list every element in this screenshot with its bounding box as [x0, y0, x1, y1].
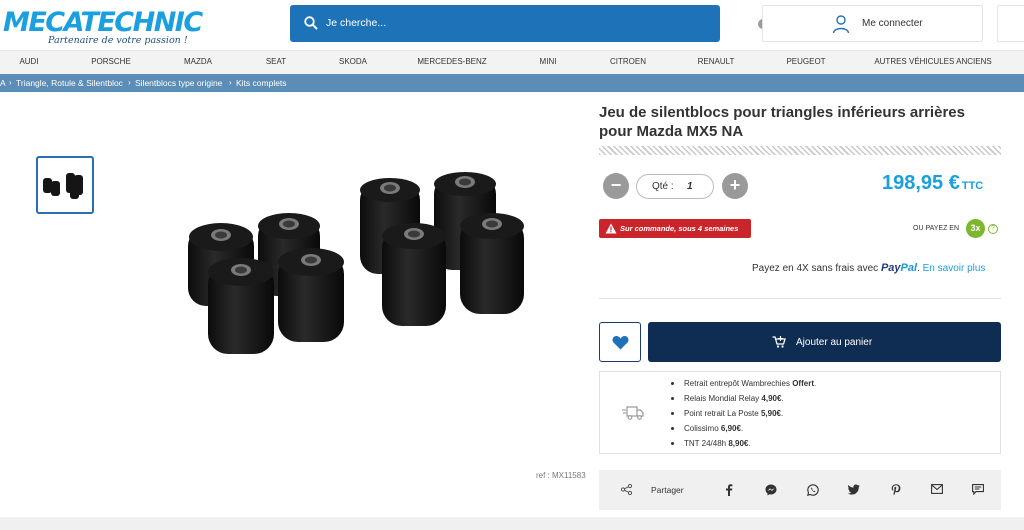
- nav-item-audi[interactable]: AUDI: [19, 57, 38, 66]
- share-icon: [621, 484, 632, 495]
- nav-item-renault[interactable]: RENAULT: [698, 57, 735, 66]
- breadcrumb-item[interactable]: Silentblocs type origine: [135, 78, 222, 88]
- add-to-cart-button[interactable]: Ajouter au panier: [648, 322, 1001, 362]
- product-title-line: Jeu de silentblocs pour triangles inféri…: [599, 104, 965, 121]
- cart-icon: [772, 336, 786, 348]
- shipping-price: 5,90€: [760, 409, 781, 418]
- search-icon: [304, 16, 318, 30]
- breadcrumb-item[interactable]: Kits complets: [236, 78, 287, 88]
- shipping-options: Retrait entrepôt Wambrechies Offert. Rel…: [599, 371, 1001, 454]
- wishlist-button[interactable]: [599, 322, 641, 362]
- installment-3x-badge[interactable]: 3x: [966, 219, 985, 238]
- paypal-period: .: [917, 263, 920, 274]
- site-header: MECATECHNIC Partenaire de votre passion …: [0, 0, 1024, 50]
- login-label: Me connecter: [862, 18, 923, 29]
- search-bar[interactable]: Je cherche...: [290, 5, 720, 42]
- shipping-suffix: .: [740, 424, 744, 433]
- breadcrumb-separator: ›: [229, 78, 232, 87]
- quantity-label: Qté :: [652, 181, 674, 192]
- paypal-text: Payez en 4X sans frais avec: [752, 263, 879, 274]
- search-placeholder: Je cherche...: [326, 17, 387, 29]
- breadcrumb-separator: ›: [128, 78, 131, 87]
- quantity-stepper[interactable]: Qté : 1: [636, 174, 714, 199]
- shipping-price: 8,90€: [728, 439, 749, 448]
- nav-item-seat[interactable]: SEAT: [266, 57, 286, 66]
- paypal-logo-part: Pal: [900, 262, 918, 274]
- shipping-list: Retrait entrepôt Wambrechies Offert. Rel…: [670, 378, 817, 453]
- quantity-decrease-button[interactable]: −: [603, 173, 629, 199]
- share-bar: Partager: [599, 470, 1001, 510]
- twitter-icon[interactable]: [848, 484, 860, 495]
- shipping-price: 4,90€: [761, 394, 782, 403]
- breadcrumb-separator: ›: [9, 78, 12, 87]
- shipping-label: Relais Mondial Relay: [684, 394, 760, 403]
- share-label: Partager: [651, 485, 684, 495]
- nav-item-mazda[interactable]: MAZDA: [184, 57, 212, 66]
- paypal-offer: Payez en 4X sans frais avec PayPal. En s…: [752, 262, 985, 274]
- availability-text: Sur commande, sous 4 semaines: [620, 224, 739, 233]
- shipping-option: Colissimo 6,90€.: [670, 423, 816, 438]
- product-reference: ref : MX11583: [536, 471, 586, 480]
- breadcrumb-item[interactable]: A: [0, 78, 6, 88]
- warning-icon: [605, 223, 617, 234]
- nav-item-citroen[interactable]: CITROEN: [610, 57, 646, 66]
- product-thumbnail[interactable]: [36, 156, 94, 214]
- footer-strip: [0, 517, 1024, 530]
- nav-item-autres-vehicules[interactable]: AUTRES VÉHICULES ANCIENS: [874, 57, 991, 66]
- quantity-value[interactable]: 1: [687, 181, 693, 192]
- email-icon[interactable]: [931, 484, 943, 494]
- product-title-line: pour Mazda MX5 NA: [599, 123, 744, 140]
- breadcrumb: A › Triangle, Rotule & Silentbloc › Sile…: [0, 74, 1024, 92]
- section-divider: [599, 298, 1001, 299]
- shipping-suffix: .: [780, 409, 784, 418]
- heart-icon: [612, 336, 629, 350]
- help-icon[interactable]: ?: [988, 224, 998, 234]
- site-logo[interactable]: MECATECHNIC Partenaire de votre passion …: [3, 9, 213, 47]
- user-icon: [832, 15, 850, 34]
- facebook-icon[interactable]: [725, 484, 733, 496]
- shipping-suffix: .: [813, 379, 817, 388]
- nav-item-mercedes-benz[interactable]: MERCEDES-BENZ: [417, 57, 486, 66]
- shipping-option: TNT 24/48h 8,90€.: [670, 438, 816, 453]
- add-to-cart-label: Ajouter au panier: [796, 337, 873, 348]
- shipping-price: 6,90€: [720, 424, 741, 433]
- shipping-label: Point retrait La Poste: [684, 409, 759, 418]
- sms-icon[interactable]: [972, 484, 984, 495]
- thumbnail-image: [43, 173, 83, 199]
- shipping-option: Relais Mondial Relay 4,90€.: [670, 393, 816, 408]
- product-title: Jeu de silentblocs pour triangles inféri…: [599, 103, 1004, 141]
- shipping-label: TNT 24/48h: [684, 439, 727, 448]
- product-image: [188, 172, 524, 354]
- shipping-option: Point retrait La Poste 5,90€.: [670, 408, 816, 423]
- pinterest-icon[interactable]: [891, 484, 901, 496]
- paypal-more-link[interactable]: En savoir plus: [923, 263, 986, 274]
- whatsapp-icon[interactable]: [807, 484, 819, 496]
- price-value: 198,95 €: [882, 172, 960, 194]
- nav-item-skoda[interactable]: SKODA: [339, 57, 367, 66]
- messenger-icon[interactable]: [765, 484, 777, 496]
- truck-icon: [622, 406, 644, 420]
- login-button[interactable]: Me connecter: [762, 5, 983, 42]
- availability-badge: Sur commande, sous 4 semaines: [599, 219, 751, 238]
- nav-item-mini[interactable]: MINI: [540, 57, 557, 66]
- product-price: 198,95 € TTC: [882, 172, 983, 195]
- nav-item-peugeot[interactable]: PEUGEOT: [786, 57, 825, 66]
- shipping-price: Offert: [792, 379, 814, 388]
- installment-label: OU PAYEZ EN: [913, 225, 960, 232]
- shipping-suffix: .: [781, 394, 784, 403]
- logo-text: MECATECHNIC: [3, 7, 203, 38]
- price-suffix: TTC: [961, 180, 984, 192]
- logo-tagline: Partenaire de votre passion !: [48, 35, 188, 46]
- title-divider: [599, 146, 1001, 155]
- shipping-label: Colissimo: [684, 424, 719, 433]
- shipping-label: Retrait entrepôt Wambrechies: [684, 379, 790, 388]
- nav-item-porsche[interactable]: PORSCHE: [91, 57, 131, 66]
- quantity-increase-button[interactable]: +: [722, 173, 748, 199]
- brand-nav: AUDI PORSCHE MAZDA SEAT SKODA MERCEDES-B…: [0, 50, 1024, 74]
- cart-button[interactable]: [997, 5, 1024, 42]
- breadcrumb-item[interactable]: Triangle, Rotule & Silentbloc: [16, 78, 123, 88]
- shipping-option: Retrait entrepôt Wambrechies Offert.: [670, 378, 817, 393]
- paypal-logo: Pay: [880, 262, 901, 274]
- shipping-suffix: .: [748, 439, 751, 448]
